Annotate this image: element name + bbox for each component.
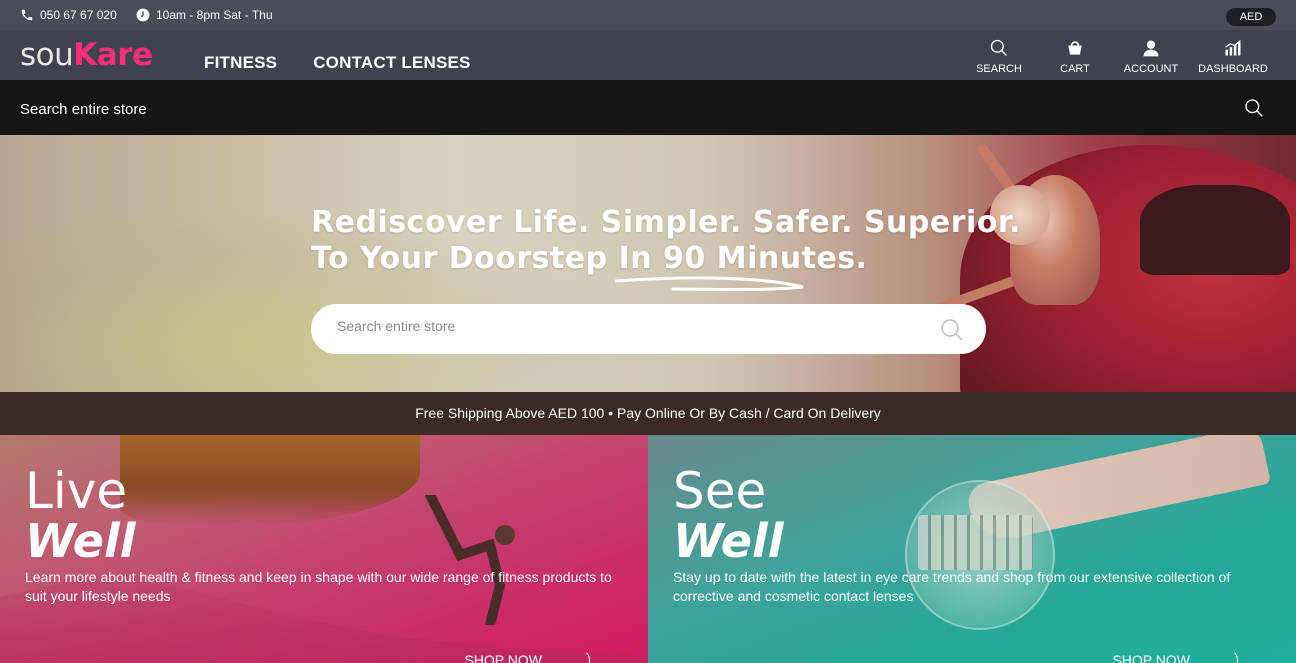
search-strip-icon[interactable] xyxy=(1244,98,1264,118)
shipping-banner: Free Shipping Above AED 100 • Pay Online… xyxy=(0,392,1296,435)
main-nav: FITNESS CONTACT LENSES xyxy=(204,53,471,73)
phone-icon xyxy=(21,9,33,21)
site-logo[interactable]: souKare xyxy=(20,38,153,72)
user-icon xyxy=(1143,40,1159,57)
top-info-bar: 050 67 67 020 10am - 8pm Sat - Thu AED xyxy=(0,0,1296,30)
chart-icon xyxy=(1225,40,1241,56)
hero-car-window xyxy=(1140,185,1290,275)
live-well-panel[interactable]: Live Well Learn more about health & fitn… xyxy=(0,435,648,663)
nav-fitness[interactable]: FITNESS xyxy=(204,53,277,73)
hero-headline: Rediscover Life. Simpler. Safer. Superio… xyxy=(311,205,1021,277)
live-shop-now-label: SHOP NOW xyxy=(464,652,542,663)
dashboard-action[interactable]: DASHBOARD xyxy=(1198,38,1268,75)
see-shop-now-button[interactable]: SHOP NOW xyxy=(1112,649,1238,663)
live-title-top: Live xyxy=(25,462,128,520)
building-reflection-image xyxy=(918,515,1033,570)
main-header: souKare FITNESS CONTACT LENSES SEARCH CA… xyxy=(0,30,1296,80)
search-strip[interactable]: Search entire store xyxy=(0,80,1296,135)
cart-icon xyxy=(1068,41,1082,55)
hours-text: 10am - 8pm Sat - Thu xyxy=(156,8,273,22)
search-strip-label: Search entire store xyxy=(20,101,147,118)
arrow-circle-icon xyxy=(1216,649,1238,663)
live-description: Learn more about health & fitness and ke… xyxy=(25,569,612,604)
rock-overhang-image xyxy=(120,435,420,525)
phone-number: 050 67 67 020 xyxy=(40,8,117,22)
logo-text-2: Kare xyxy=(73,37,153,73)
store-hours: 10am - 8pm Sat - Thu xyxy=(136,8,273,22)
search-action-label: SEARCH xyxy=(976,63,1022,75)
search-action[interactable]: SEARCH xyxy=(970,38,1028,75)
hero-underline-swoosh xyxy=(614,276,804,291)
account-action[interactable]: ACCOUNT xyxy=(1122,38,1180,75)
live-title-bottom: Well xyxy=(25,514,136,568)
phone-contact[interactable]: 050 67 67 020 xyxy=(20,8,117,22)
dashboard-action-label: DASHBOARD xyxy=(1198,63,1268,75)
see-title-top: See xyxy=(673,462,767,520)
account-action-label: ACCOUNT xyxy=(1123,63,1179,75)
hero-search-box xyxy=(311,304,986,354)
header-actions: SEARCH CART ACCOUNT DASHBOARD xyxy=(970,38,1268,75)
currency-selector[interactable]: AED xyxy=(1226,8,1276,26)
logo-text-1: sou xyxy=(20,37,74,73)
see-title-bottom: Well xyxy=(673,514,784,568)
live-shop-now-button[interactable]: SHOP NOW xyxy=(464,649,590,663)
cart-action[interactable]: CART xyxy=(1046,38,1104,75)
hero-line-1: Rediscover Life. Simpler. Safer. Superio… xyxy=(311,205,1021,240)
hero-banner: Rediscover Life. Simpler. Safer. Superio… xyxy=(0,135,1296,392)
clock-icon xyxy=(136,8,150,22)
hero-search-input[interactable] xyxy=(337,318,897,334)
cart-action-label: CART xyxy=(1060,63,1090,75)
see-shop-now-label: SHOP NOW xyxy=(1112,652,1190,663)
see-description: Stay up to date with the latest in eye c… xyxy=(673,569,1231,604)
search-icon xyxy=(990,39,1007,56)
nav-contact-lenses[interactable]: CONTACT LENSES xyxy=(313,53,470,73)
arrow-circle-icon xyxy=(568,649,590,663)
hero-line-2: To Your Doorstep In 90 Minutes. xyxy=(311,241,868,276)
hero-search-icon[interactable] xyxy=(940,318,964,342)
see-well-panel[interactable]: See Well Stay up to date with the latest… xyxy=(648,435,1296,663)
